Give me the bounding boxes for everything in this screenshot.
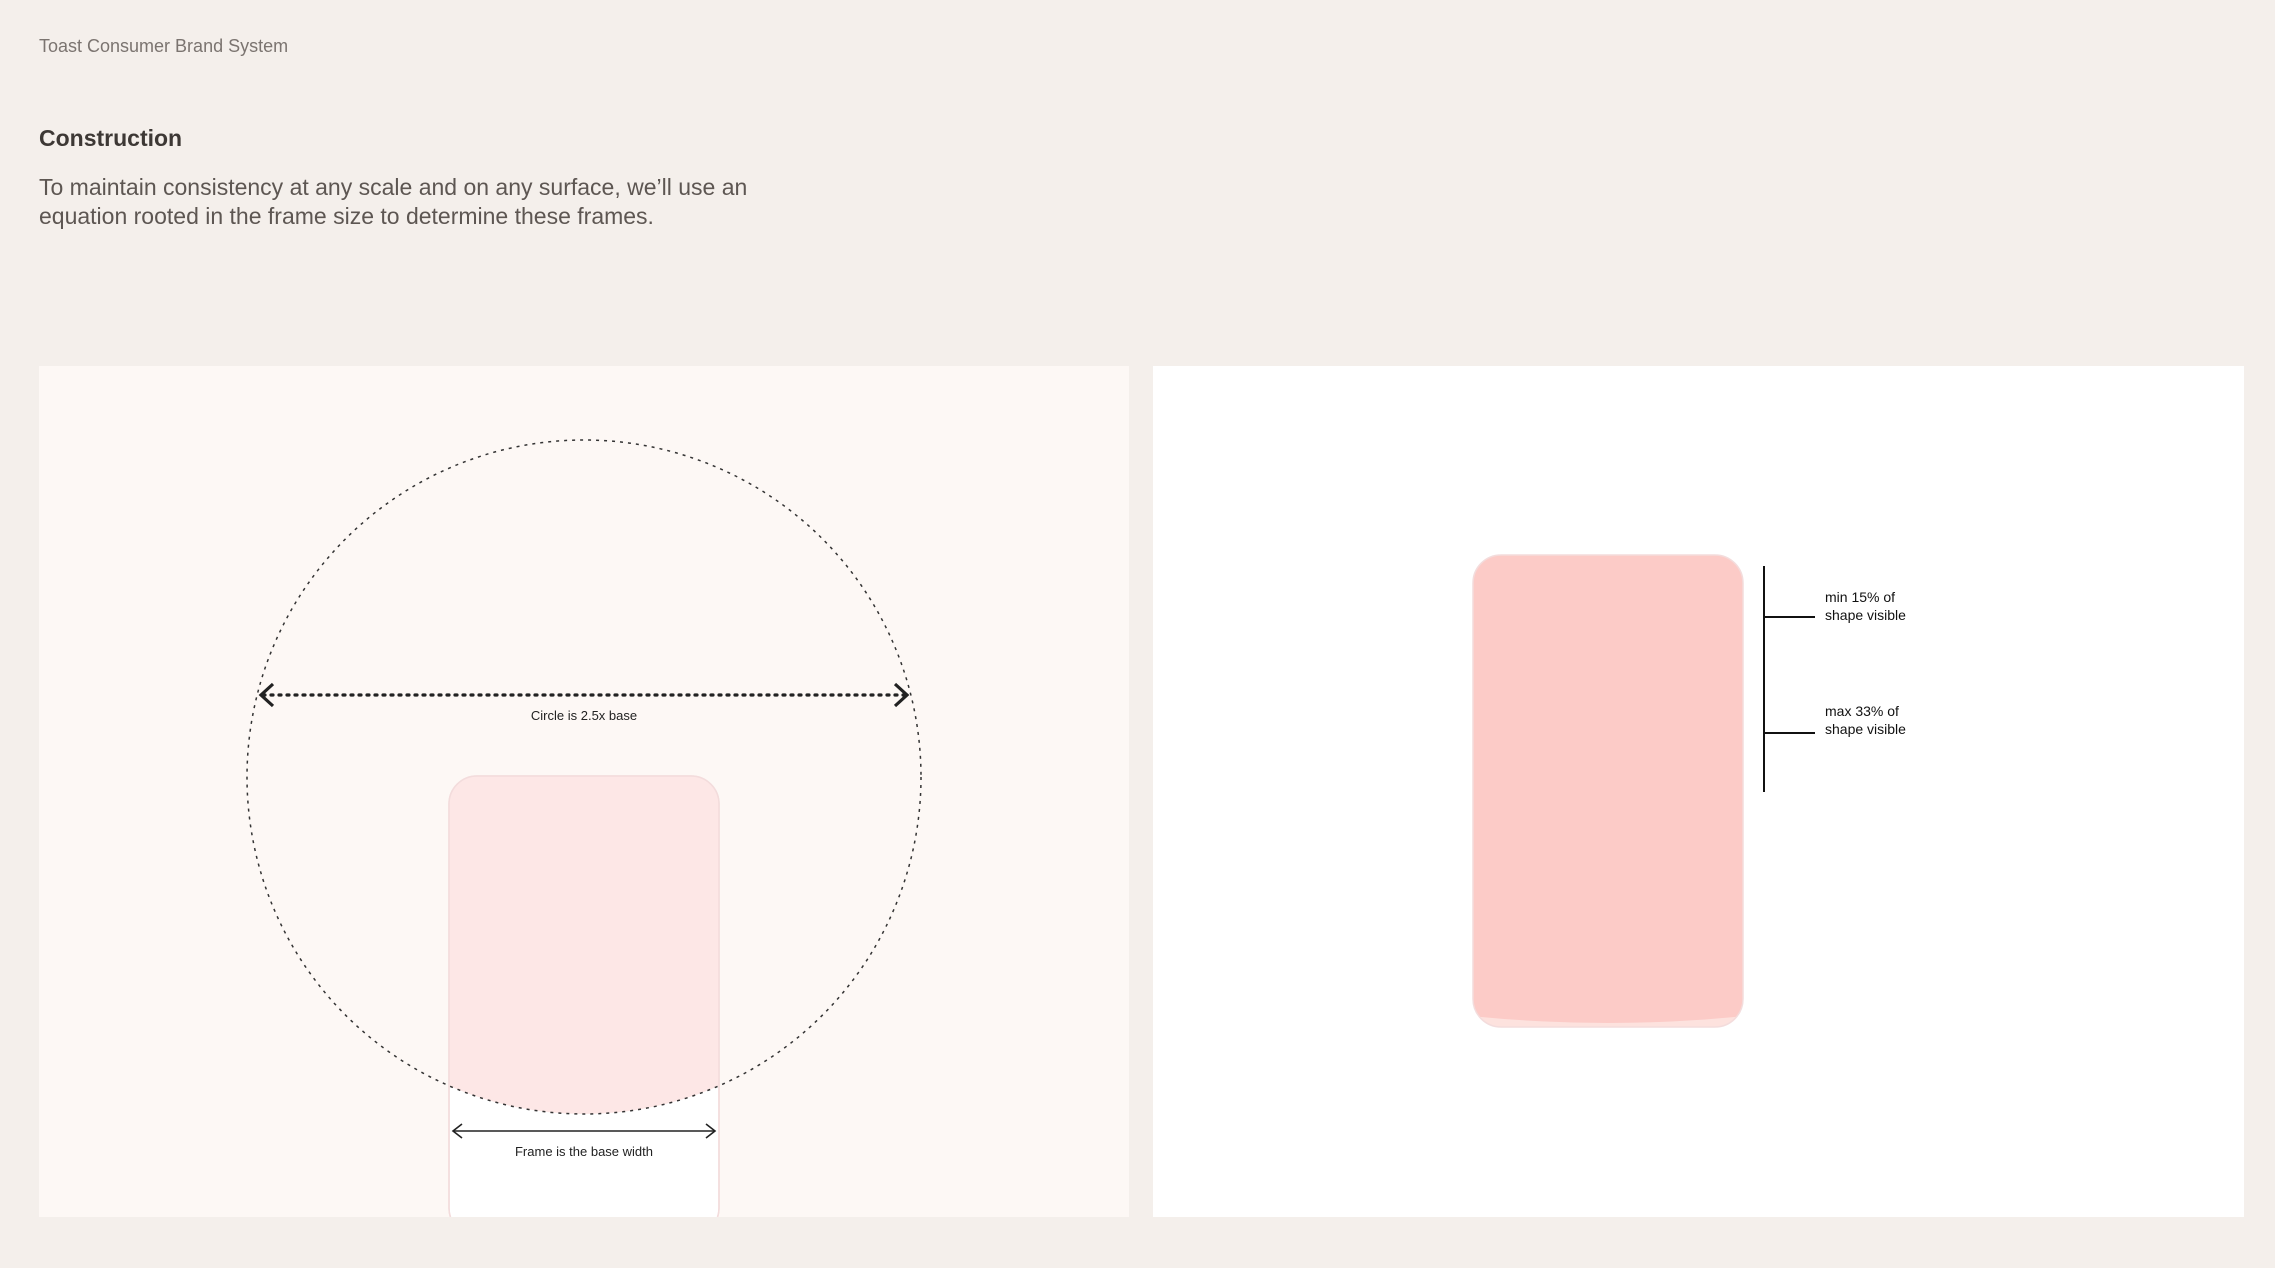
max-visible-label: max 33% of shape visible bbox=[1825, 703, 1906, 737]
visibility-bracket bbox=[1763, 566, 1815, 792]
min-visible-shape bbox=[1473, 555, 1743, 1023]
frame-label: Frame is the base width bbox=[515, 1144, 653, 1159]
circle-label: Circle is 2.5x base bbox=[531, 708, 637, 723]
visibility-diagram: min 15% of shape visible max 33% of shap… bbox=[1472, 554, 1906, 1028]
construction-diagram: Circle is 2.5x base Frame is the base wi… bbox=[246, 439, 922, 1217]
visibility-diagram-panel: min 15% of shape visible max 33% of shap… bbox=[1153, 366, 2244, 1217]
construction-diagram-panel: Circle is 2.5x base Frame is the base wi… bbox=[39, 366, 1129, 1217]
base-frame bbox=[448, 775, 720, 1217]
frame-shape bbox=[1472, 554, 1744, 1028]
section-description: To maintain consistency at any scale and… bbox=[39, 174, 748, 229]
min-visible-label: min 15% of shape visible bbox=[1825, 589, 1906, 623]
section-title: Construction bbox=[39, 125, 183, 151]
circle-diameter-arrow bbox=[258, 682, 910, 708]
brand-name: Toast Consumer Brand System bbox=[39, 36, 289, 56]
